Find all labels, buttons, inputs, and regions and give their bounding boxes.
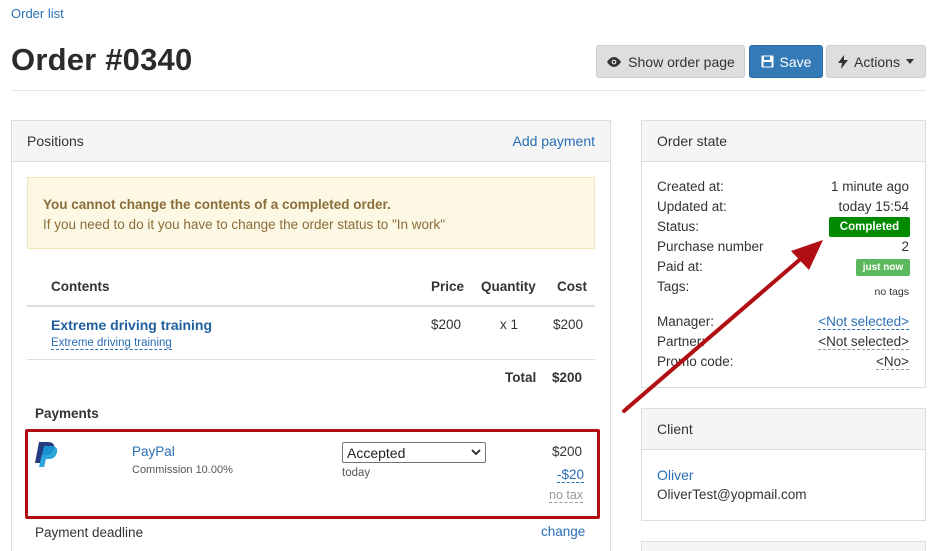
payment-amount: $200 [552, 444, 583, 459]
created-at-label: Created at: [657, 179, 724, 194]
updated-at-label: Updated at: [657, 199, 727, 214]
column-quantity: Quantity [481, 279, 536, 294]
show-order-page-label: Show order page [628, 53, 735, 70]
updated-at-value: today 15:54 [838, 199, 909, 214]
payment-deadline-label: Payment deadline [35, 525, 144, 540]
order-state-panel-header: Order state [642, 121, 925, 162]
alert-text: If you need to do it you have to change … [43, 217, 446, 232]
payment-deadline-change-link[interactable]: change [541, 524, 585, 539]
promo-code-link[interactable]: <No> [875, 354, 909, 370]
positions-title: Positions [27, 133, 84, 149]
completed-order-alert: You cannot change the contents of a comp… [27, 177, 595, 249]
payment-tax-link[interactable]: no tax [549, 488, 584, 503]
positions-panel-header: Positions Add payment [12, 121, 610, 162]
manager-label: Manager: [657, 314, 715, 329]
item-price: $200 [431, 317, 462, 332]
paid-at-badge: just now [856, 259, 910, 276]
payment-method-link[interactable]: PayPal [132, 444, 175, 459]
payment-commission-rate: Commission 10.00% [132, 464, 233, 476]
page-title: Order #0340 [11, 42, 193, 77]
payment-status-value: Accepted [347, 444, 406, 461]
tags-value: no tags [874, 286, 909, 298]
show-order-page-button[interactable]: Show order page [596, 45, 745, 78]
eye-icon [606, 56, 622, 68]
lightning-icon [838, 54, 849, 69]
status-badge[interactable]: Completed [829, 217, 910, 237]
paid-at-label: Paid at: [657, 259, 703, 274]
total-value: $200 [552, 370, 583, 385]
paypal-logo-icon [35, 441, 59, 468]
caret-down-icon [905, 59, 914, 64]
client-name-link[interactable]: Oliver [657, 467, 694, 483]
status-label: Status: [657, 219, 700, 234]
floppy-disk-icon [761, 55, 774, 68]
column-price: Price [431, 279, 465, 294]
created-at-value: 1 minute ago [830, 179, 909, 194]
purchase-number-value: 2 [901, 239, 909, 254]
table-header-divider [27, 305, 595, 307]
save-button[interactable]: Save [749, 45, 823, 78]
alert-title: You cannot change the contents of a comp… [43, 197, 391, 212]
client-panel-header: Client [642, 409, 925, 450]
manager-select-link[interactable]: <Not selected> [818, 314, 909, 330]
total-label: Total [505, 370, 537, 385]
client-panel: Client [641, 408, 926, 521]
purchase-number-label: Purchase number [657, 239, 764, 254]
header-divider [11, 90, 926, 91]
column-contents: Contents [51, 279, 110, 294]
table-row-divider [27, 359, 595, 360]
actions-label: Actions [854, 53, 900, 70]
item-subtitle-link[interactable]: Extreme driving training [51, 337, 172, 350]
payment-commission-amount-link[interactable]: -$20 [557, 467, 585, 483]
payment-row-highlight [25, 429, 600, 519]
client-email: OliverTest@yopmail.com [657, 487, 807, 502]
save-label: Save [779, 53, 812, 70]
partner-select-link[interactable]: <Not selected> [818, 334, 909, 350]
item-quantity: x 1 [500, 317, 519, 332]
add-payment-link[interactable]: Add payment [513, 133, 596, 149]
actions-dropdown-button[interactable]: Actions [826, 45, 926, 78]
tags-label: Tags: [657, 279, 690, 294]
payment-date: today [342, 467, 371, 479]
breadcrumb-order-list[interactable]: Order list [11, 6, 64, 21]
partner-label: Partner: [657, 334, 706, 349]
chevron-down-icon [471, 449, 481, 456]
payments-heading: Payments [35, 406, 99, 421]
item-cost: $200 [553, 317, 584, 332]
payment-status-select[interactable]: Accepted [342, 442, 486, 463]
item-title-link[interactable]: Extreme driving training [51, 317, 212, 333]
column-cost: Cost [557, 279, 587, 294]
promo-code-label: Promo code: [657, 354, 734, 369]
next-panel-header [641, 541, 926, 551]
order-state-title: Order state [657, 133, 728, 149]
client-title: Client [657, 421, 693, 437]
